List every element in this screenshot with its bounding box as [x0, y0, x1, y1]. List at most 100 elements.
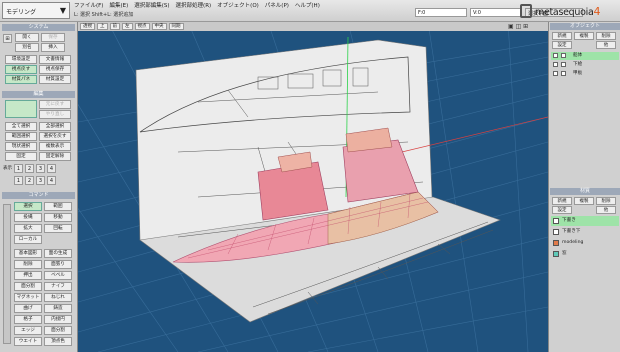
object-settings-button[interactable]: 設定 — [552, 41, 572, 49]
command-twist[interactable]: ねじれ — [44, 293, 72, 302]
material-settings-button[interactable]: 材質設定 — [39, 75, 71, 84]
material-panel-button[interactable]: 材質パネ — [5, 75, 37, 84]
view-front[interactable]: 前 — [109, 23, 120, 30]
layer-3[interactable]: 3 — [36, 164, 45, 173]
preferences-button[interactable]: 環境設定 — [5, 55, 37, 64]
object-row[interactable]: 甲板 — [551, 70, 619, 78]
material-row[interactable]: 下書き — [551, 216, 619, 226]
revert-selection-button[interactable]: 選択を戻す — [39, 132, 71, 141]
view-perspective[interactable]: 透視 — [80, 23, 95, 30]
objects-panel-title: オブジェクト — [550, 23, 620, 30]
menu-selection-process[interactable]: 選択部処理(R) — [176, 1, 212, 10]
edit-big-icon[interactable] — [5, 100, 37, 118]
material-row[interactable]: modeling — [551, 238, 619, 248]
unlock-button[interactable]: 固定解除 — [39, 152, 71, 161]
command-face-split[interactable]: 面分割 — [14, 282, 42, 291]
3d-viewport[interactable]: 透視 上 前 左 視点 中央 同期 ▣ ◫ ⊞ — [78, 22, 548, 352]
command-weight[interactable]: ウエイト — [14, 337, 42, 346]
save-view-button[interactable]: 視点保存 — [39, 65, 71, 74]
command-magnet[interactable]: マグネット — [14, 293, 42, 302]
object-row[interactable]: 下絵 — [551, 61, 619, 69]
vertex-count-field[interactable]: V:0 — [470, 8, 522, 17]
command-lasso[interactable]: 投縄 — [14, 213, 42, 222]
current-select-button[interactable]: 現状選択 — [5, 142, 37, 151]
viewport-layout-icons[interactable]: ▣ ◫ ⊞ — [508, 23, 528, 30]
layer-8[interactable]: 4 — [47, 176, 56, 185]
menu-panel[interactable]: パネル(P) — [265, 1, 289, 10]
layer-7[interactable]: 3 — [36, 176, 45, 185]
command-select[interactable]: 選択 — [14, 202, 42, 211]
material-new-button[interactable]: 新規 — [552, 197, 572, 205]
lock-button[interactable]: 固定 — [5, 152, 37, 161]
visibility-icon[interactable] — [553, 71, 558, 76]
command-rotate[interactable]: 回転 — [44, 224, 72, 233]
layer-2[interactable]: 2 — [25, 164, 34, 173]
lock-icon[interactable] — [561, 53, 566, 58]
material-delete-button[interactable]: 削除 — [596, 197, 616, 205]
visibility-icon[interactable] — [553, 62, 558, 67]
command-bend[interactable]: 曲げ — [14, 304, 42, 313]
layer-4[interactable]: 4 — [47, 164, 56, 173]
material-other-button[interactable]: 他 — [596, 206, 616, 214]
view-left[interactable]: 左 — [122, 23, 133, 30]
lock-icon[interactable] — [561, 71, 566, 76]
visibility-icon[interactable] — [553, 53, 558, 58]
insert-button[interactable]: 挿入 — [41, 43, 65, 52]
command-lattice[interactable]: 格子 — [14, 315, 42, 324]
select-all-button[interactable]: 全て選択 — [5, 122, 37, 131]
command-primitive[interactable]: 基本図形 — [14, 249, 42, 258]
command-knife[interactable]: ナイフ — [44, 282, 72, 291]
command-face-create[interactable]: 面の生成 — [44, 249, 72, 258]
redo-button[interactable]: やり直し — [39, 110, 71, 119]
object-new-button[interactable]: 新規 — [552, 32, 572, 40]
command-scale[interactable]: 拡大 — [14, 224, 42, 233]
material-settings-button[interactable]: 設定 — [552, 206, 572, 214]
command-scrollbar[interactable] — [3, 204, 11, 344]
menu-selection-edit[interactable]: 選択部編集(S) — [134, 1, 169, 10]
layer-6[interactable]: 2 — [25, 176, 34, 185]
multi-display-button[interactable]: 複数表示 — [39, 142, 71, 151]
view-eye[interactable]: 視点 — [134, 23, 150, 30]
command-bevel[interactable]: ベベル — [44, 271, 72, 280]
open-button[interactable]: 開く — [15, 33, 39, 42]
view-sync[interactable]: 同期 — [168, 23, 184, 30]
menu-edit[interactable]: 編集(E) — [109, 1, 128, 10]
layer-1[interactable]: 1 — [14, 164, 23, 173]
save-as-button[interactable]: 別名 — [15, 43, 39, 52]
view-center[interactable]: 中央 — [151, 23, 167, 30]
command-incircle[interactable]: 内接円 — [44, 315, 72, 324]
lock-icon[interactable] — [561, 62, 566, 67]
command-edge[interactable]: エッジ — [14, 326, 42, 335]
pin-icon[interactable]: ⊞ — [3, 34, 12, 43]
material-row[interactable]: 下書き下 — [551, 227, 619, 237]
save-button[interactable]: 保存 — [41, 33, 65, 42]
command-face-fill[interactable]: 面張り — [44, 260, 72, 269]
mode-dropdown[interactable]: モデリング ▼ — [2, 2, 70, 19]
object-other-button[interactable]: 他 — [596, 41, 616, 49]
command-cast[interactable]: 鋳造 — [44, 304, 72, 313]
command-face-divide[interactable]: 面分割 — [44, 326, 72, 335]
object-row[interactable]: 船体 — [551, 52, 619, 60]
undo-button[interactable]: 元に戻す — [39, 100, 71, 109]
object-delete-button[interactable]: 削除 — [596, 32, 616, 40]
select-all-objects-button[interactable]: 全部選択 — [39, 122, 71, 131]
object-duplicate-button[interactable]: 複製 — [574, 32, 594, 40]
menu-help[interactable]: ヘルプ(H) — [295, 1, 320, 10]
command-move[interactable]: 移動 — [44, 213, 72, 222]
command-range[interactable]: 範囲 — [44, 202, 72, 211]
material-duplicate-button[interactable]: 複製 — [574, 197, 594, 205]
viewport-canvas[interactable] — [78, 22, 548, 352]
command-local[interactable]: ローカル — [14, 235, 42, 244]
document-info-button[interactable]: 文書情報 — [39, 55, 71, 64]
layer-5[interactable]: 1 — [14, 176, 23, 185]
range-select-button[interactable]: 範囲選択 — [5, 132, 37, 141]
restore-view-button[interactable]: 視点戻す — [5, 65, 37, 74]
menu-object[interactable]: オブジェクト(O) — [217, 1, 259, 10]
menu-file[interactable]: ファイル(F) — [74, 1, 103, 10]
command-vertex-color[interactable]: 頂点色 — [44, 337, 72, 346]
face-count-field[interactable]: F:0 — [415, 8, 467, 17]
material-row[interactable]: 窓 — [551, 249, 619, 259]
command-delete[interactable]: 削除 — [14, 260, 42, 269]
command-extrude[interactable]: 押出 — [14, 271, 42, 280]
view-top[interactable]: 上 — [97, 23, 108, 30]
